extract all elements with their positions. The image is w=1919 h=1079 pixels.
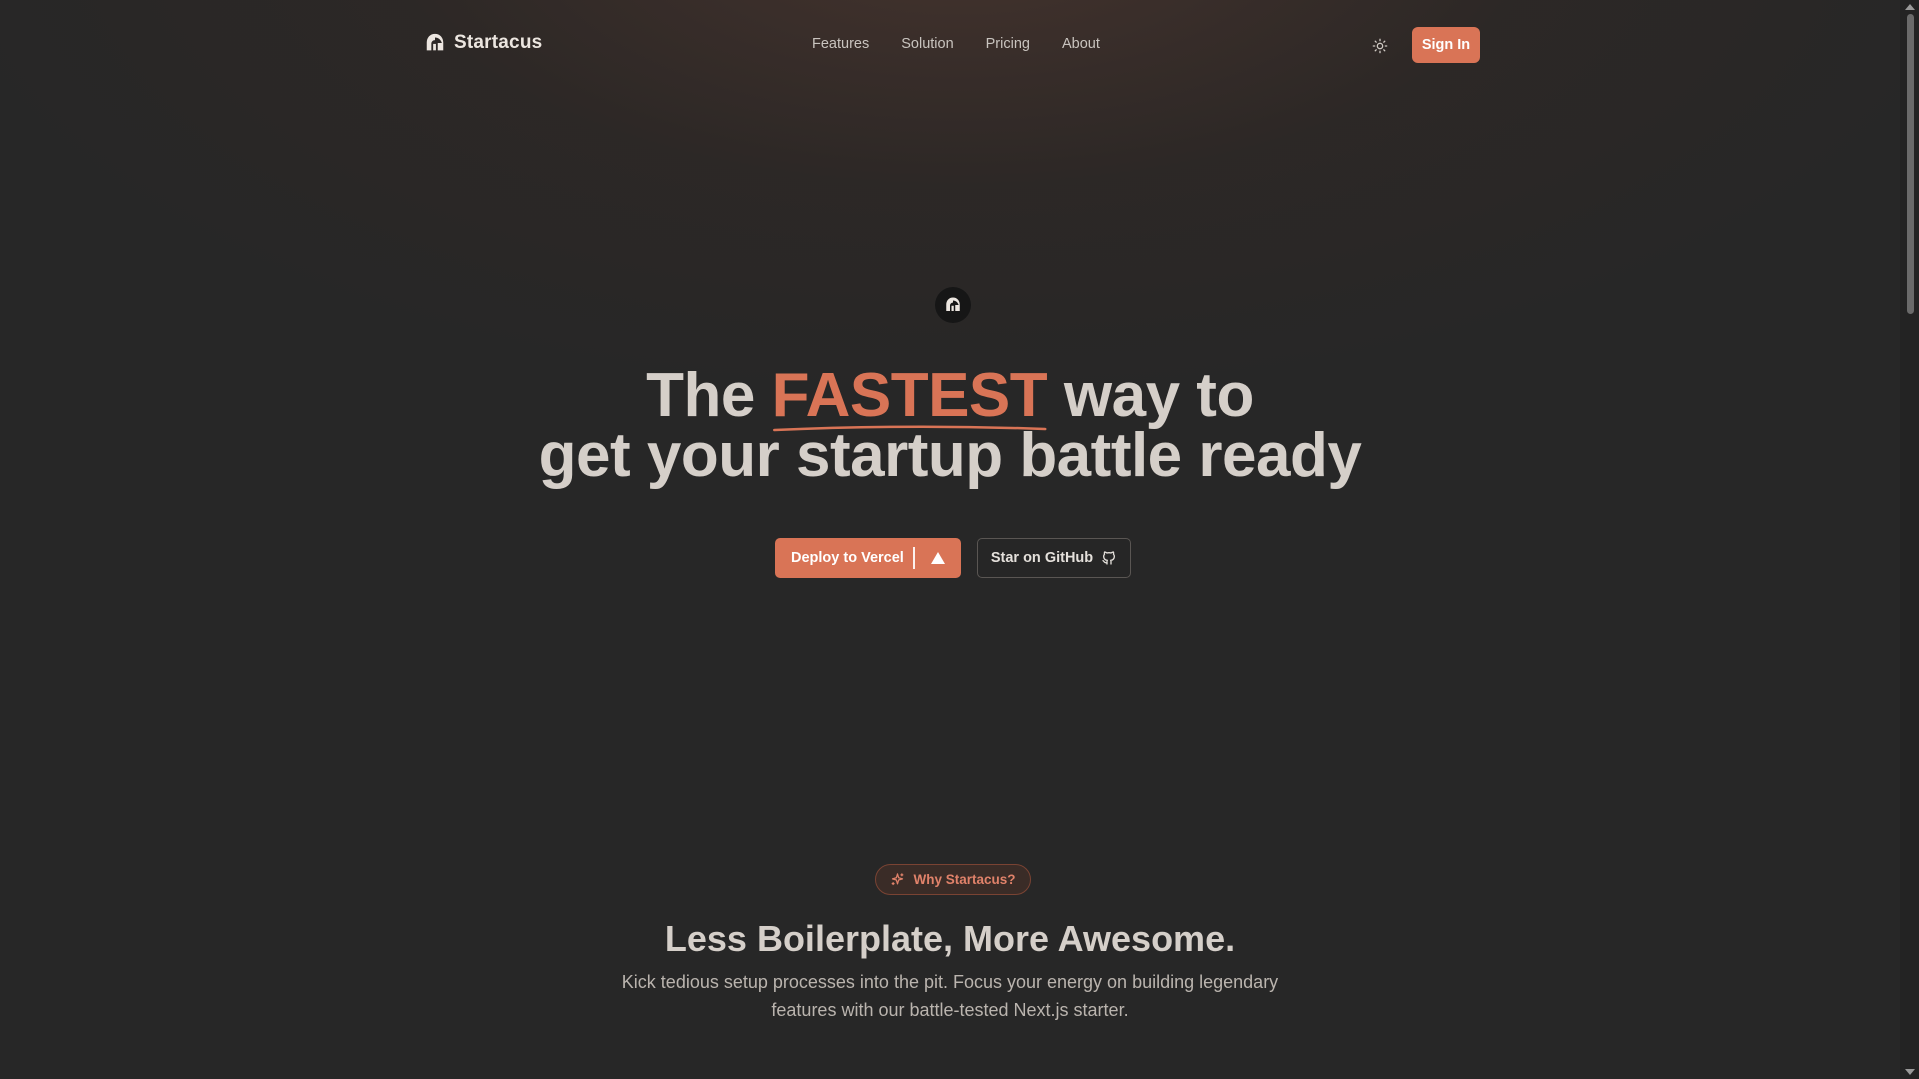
page-scrollbar[interactable] xyxy=(1900,0,1919,1079)
spartan-helmet-icon xyxy=(946,297,960,311)
landing-page: Startacus Features Solution Pricing Abou… xyxy=(0,0,1900,1079)
theme-toggle-button[interactable] xyxy=(1368,34,1392,58)
hero-title-accent-text: FASTEST xyxy=(771,361,1048,430)
site-header: Startacus Features Solution Pricing Abou… xyxy=(0,0,1900,90)
hero-title-the: The xyxy=(646,361,755,430)
brand-name: Startacus xyxy=(454,32,543,53)
deploy-label: Deploy to Vercel xyxy=(791,550,904,566)
scroll-down-arrow[interactable] xyxy=(1905,1069,1915,1075)
sign-in-button[interactable]: Sign In xyxy=(1412,27,1480,63)
section-title: Less Boilerplate, More Awesome. xyxy=(664,918,1236,959)
hero-logo-badge xyxy=(935,287,971,323)
spartan-helmet-icon xyxy=(426,33,444,51)
hero-title-line-2: get your startup battle ready xyxy=(538,421,1362,490)
github-icon xyxy=(1102,551,1116,565)
nav-features[interactable]: Features xyxy=(812,36,869,52)
star-on-github-button[interactable]: Star on GitHub xyxy=(977,538,1131,578)
deploy-to-vercel-button[interactable]: Deploy to Vercel xyxy=(775,538,961,578)
sparkles-icon xyxy=(892,873,904,886)
hero-title-line-1: The FASTEST way to xyxy=(0,365,1900,432)
brand-logo[interactable]: Startacus xyxy=(424,32,542,54)
nav-about[interactable]: About xyxy=(1062,36,1100,52)
pill-label: Why Startacus? xyxy=(913,872,1016,887)
nav-solution[interactable]: Solution xyxy=(901,36,953,52)
button-divider xyxy=(913,547,915,569)
hero-title-accent: FASTEST xyxy=(772,365,1048,432)
sun-icon xyxy=(1372,38,1388,54)
github-label: Star on GitHub xyxy=(990,550,1094,566)
vercel-triangle-icon xyxy=(915,552,961,564)
nav-pricing[interactable]: Pricing xyxy=(986,36,1030,52)
main-nav: Features Solution Pricing About xyxy=(812,36,1100,52)
hero-cta-row: Deploy to Vercel Star on GitHub xyxy=(775,538,1131,578)
scroll-up-arrow[interactable] xyxy=(1905,4,1915,10)
scroll-thumb[interactable] xyxy=(1907,14,1914,314)
why-startacus-badge: Why Startacus? xyxy=(875,864,1031,895)
hero-title-rest: way to xyxy=(1063,361,1254,430)
section-subtitle: Kick tedious setup processes into the pi… xyxy=(621,972,1279,1020)
